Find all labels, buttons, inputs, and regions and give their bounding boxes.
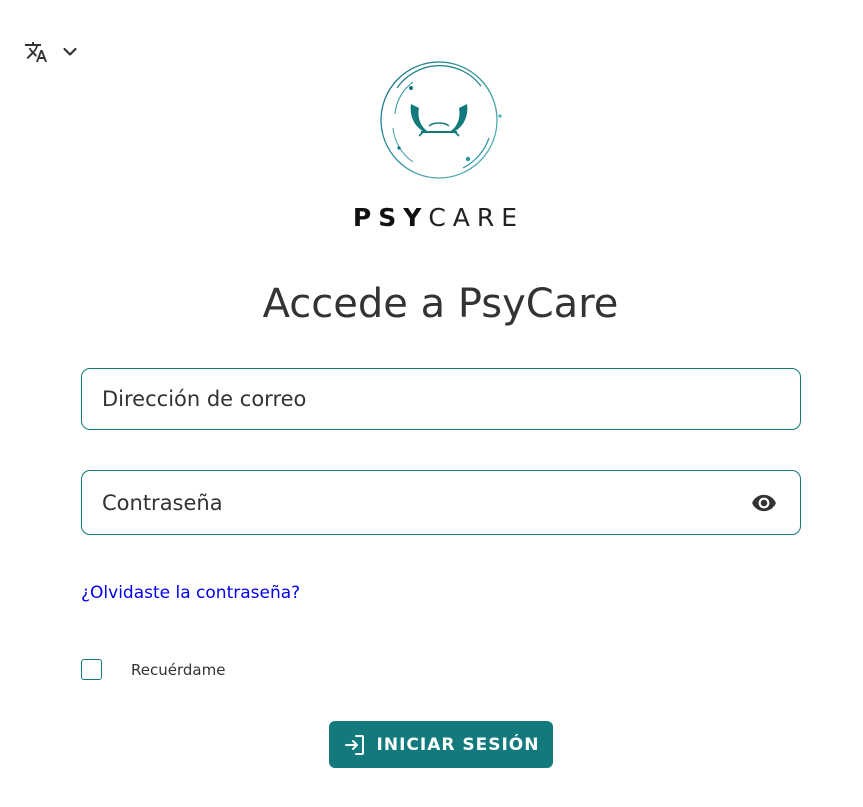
psycare-logo [373,58,505,184]
password-field[interactable] [81,470,801,535]
login-icon [343,733,367,757]
password-input[interactable] [102,471,722,534]
page-title: Accede a PsyCare [262,281,619,327]
language-selector[interactable] [24,40,78,64]
email-field[interactable] [81,368,801,430]
email-input[interactable] [102,369,742,429]
login-button[interactable]: INICIAR SESIÓN [329,721,553,768]
brand-wordmark: PSYCARE [0,202,863,234]
remember-me-label: Recuérdame [131,660,226,679]
brand-name-bold: PSY [352,203,429,232]
eye-icon[interactable] [750,490,778,516]
brand-name-light: CARE [428,203,525,232]
translate-icon [24,40,48,64]
chevron-down-icon [62,44,78,60]
login-button-label: INICIAR SESIÓN [376,734,540,755]
forgot-password-link[interactable]: ¿Olvidaste la contraseña? [81,581,300,605]
remember-me: Recuérdame [81,659,225,680]
remember-me-checkbox[interactable] [81,659,102,680]
